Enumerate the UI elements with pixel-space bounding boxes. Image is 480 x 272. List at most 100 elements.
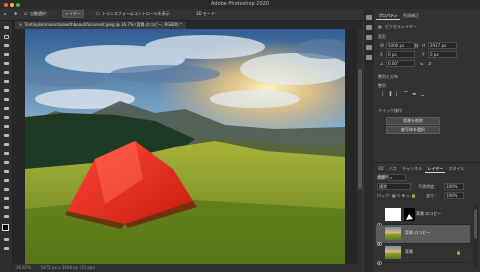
layer-thumbnail xyxy=(385,227,401,240)
filter-kind-select[interactable]: ⌕ xyxy=(388,174,406,181)
home-icon[interactable]: ⌂ xyxy=(4,10,7,18)
pixel-layer-icon: ▦ xyxy=(378,24,382,29)
eraser-tool-icon[interactable] xyxy=(2,124,10,129)
filter-kind-label: 種類 xyxy=(377,175,385,180)
paragraph-panel-icon[interactable] xyxy=(366,55,372,60)
more-tools-icon[interactable] xyxy=(2,214,10,219)
remove-background-button[interactable]: 背景を削除 xyxy=(386,117,440,125)
lock-icon[interactable]: 🔒 xyxy=(456,250,461,255)
layer-name: 背景 xyxy=(405,249,413,254)
rotate-icon: ∠ xyxy=(380,61,384,66)
swatches-panel-icon[interactable] xyxy=(366,25,372,30)
history-brush-tool-icon[interactable] xyxy=(2,115,10,120)
move-tool-icon[interactable]: ✥ xyxy=(14,10,17,18)
rectangle-tool-icon[interactable] xyxy=(2,187,10,192)
lock-icons[interactable]: ▦ ✎ ✥ ▭ 🔒 xyxy=(392,193,416,198)
layer-name: 背景 のコピー xyxy=(405,230,431,235)
path-select-tool-icon[interactable] xyxy=(2,178,10,183)
width-field[interactable]: 5000 px xyxy=(386,42,415,49)
x-field[interactable]: 0 px xyxy=(386,51,415,58)
panel-icon-strip xyxy=(364,9,374,272)
quick-select-tool-icon[interactable] xyxy=(2,52,10,57)
fill-label: 塗り： xyxy=(426,193,438,198)
eyedropper-tool-icon[interactable] xyxy=(2,79,10,84)
character-panel-icon[interactable] xyxy=(366,45,372,50)
zoom-readout[interactable]: 16.67% xyxy=(16,265,31,270)
document-canvas-area[interactable] xyxy=(13,29,363,264)
tab-channels[interactable]: チャンネル xyxy=(400,165,424,172)
opacity-field[interactable]: 100% xyxy=(444,183,464,190)
foreground-color-swatch[interactable] xyxy=(2,224,9,231)
crop-tool-icon[interactable] xyxy=(2,61,10,66)
layer-mask-thumbnail xyxy=(404,208,415,221)
layers-scrollbar[interactable] xyxy=(473,205,478,267)
screen-mode-icon[interactable] xyxy=(2,246,10,251)
height-field[interactable]: 2917 px xyxy=(428,42,457,49)
status-bar: 16.67% 5472 px x 3648 px (72 ppi) xyxy=(13,264,363,272)
y-field[interactable]: 0 px xyxy=(428,51,457,58)
brush-tool-icon[interactable] xyxy=(2,97,10,102)
layer-thumbnail xyxy=(385,208,401,221)
layers-tabs: 3D パス チャンネル レイヤー スタイル 色調補正 xyxy=(376,165,480,179)
auto-select-checkbox[interactable]: ☑ xyxy=(24,10,28,18)
marquee-tool-icon[interactable] xyxy=(2,34,10,39)
app-title: Adobe Photoshop 2020 xyxy=(211,1,269,7)
tab-3d[interactable]: 3D xyxy=(376,165,386,172)
width-label: W xyxy=(380,43,384,48)
select-subject-button[interactable]: 被写体を選択 xyxy=(386,126,440,134)
quick-actions-label: クイック操作 xyxy=(378,108,402,113)
tab-paths[interactable]: パス xyxy=(387,165,399,172)
layer-row[interactable]: 背景 🔒 xyxy=(376,244,470,265)
type-tool-icon[interactable] xyxy=(2,169,10,174)
quick-mask-icon[interactable] xyxy=(2,237,10,242)
layer-row[interactable]: 背景 のコピー xyxy=(376,206,470,227)
tools-panel xyxy=(0,21,13,272)
tab-adjustments[interactable]: 色調補正 xyxy=(401,12,421,19)
x-label: X xyxy=(380,52,383,57)
transform-label: 変形 xyxy=(378,34,386,39)
blur-tool-icon[interactable] xyxy=(2,142,10,147)
visibility-eye-icon[interactable] xyxy=(376,212,383,227)
blend-mode-select[interactable]: 通常 xyxy=(377,183,411,190)
title-bar: Adobe Photoshop 2020 xyxy=(0,0,480,9)
tab-properties[interactable]: プロパティ xyxy=(376,12,400,20)
lock-label: ロック： xyxy=(377,193,393,198)
properties-section-label: ピクセルレイヤー xyxy=(385,24,417,29)
align-label: 整列と分布 xyxy=(378,74,398,79)
canvas-vertical-scrollbar[interactable] xyxy=(357,29,363,264)
document-image[interactable] xyxy=(25,29,345,264)
lasso-tool-icon[interactable] xyxy=(2,43,10,48)
auto-select-label: 自動選択： xyxy=(30,11,50,16)
history-panel-icon[interactable] xyxy=(366,15,372,20)
frame-tool-icon[interactable] xyxy=(2,70,10,75)
clone-stamp-tool-icon[interactable] xyxy=(2,106,10,111)
dodge-tool-icon[interactable] xyxy=(2,151,10,156)
close-icon[interactable]: × xyxy=(19,22,22,27)
auto-select-target-select[interactable]: レイヤー xyxy=(62,10,84,18)
layer-row-selected[interactable]: 背景 のコピー xyxy=(376,225,470,246)
document-tab[interactable]: × Tentinplainmountainwithbeautifulsunset.… xyxy=(15,21,186,29)
hand-tool-icon[interactable] xyxy=(2,196,10,201)
align-buttons[interactable]: ▕▐▏▔▬▁ xyxy=(380,91,429,96)
document-tab-bar: × Tentinplainmountainwithbeautifulsunset.… xyxy=(13,21,363,29)
fill-field[interactable]: 100% xyxy=(444,192,464,199)
angle-field[interactable]: 0.00° xyxy=(386,60,415,67)
move-tool-icon[interactable] xyxy=(2,25,10,30)
properties-tabs: プロパティ 色調補正 xyxy=(376,12,476,20)
zoom-tool-icon[interactable] xyxy=(2,205,10,210)
visibility-eye-icon[interactable] xyxy=(376,231,383,246)
healing-brush-tool-icon[interactable] xyxy=(2,88,10,93)
flip-horizontal-icon[interactable]: ⇋ xyxy=(420,61,423,66)
panel-divider xyxy=(374,162,480,163)
flip-vertical-icon[interactable]: ⇵ xyxy=(428,61,431,66)
mode-3d-label: 3D モード： xyxy=(196,11,219,16)
link-icon[interactable]: ⛓ xyxy=(414,43,419,48)
gradient-tool-icon[interactable] xyxy=(2,133,10,138)
pen-tool-icon[interactable] xyxy=(2,160,10,165)
brush-panel-icon[interactable] xyxy=(366,35,372,40)
tab-layers[interactable]: レイヤー xyxy=(425,165,446,173)
y-label: Y xyxy=(422,52,425,57)
visibility-eye-icon[interactable] xyxy=(376,250,383,265)
show-transform-checkbox[interactable]: ☐ xyxy=(96,10,100,18)
tab-styles[interactable]: スタイル xyxy=(447,165,467,172)
